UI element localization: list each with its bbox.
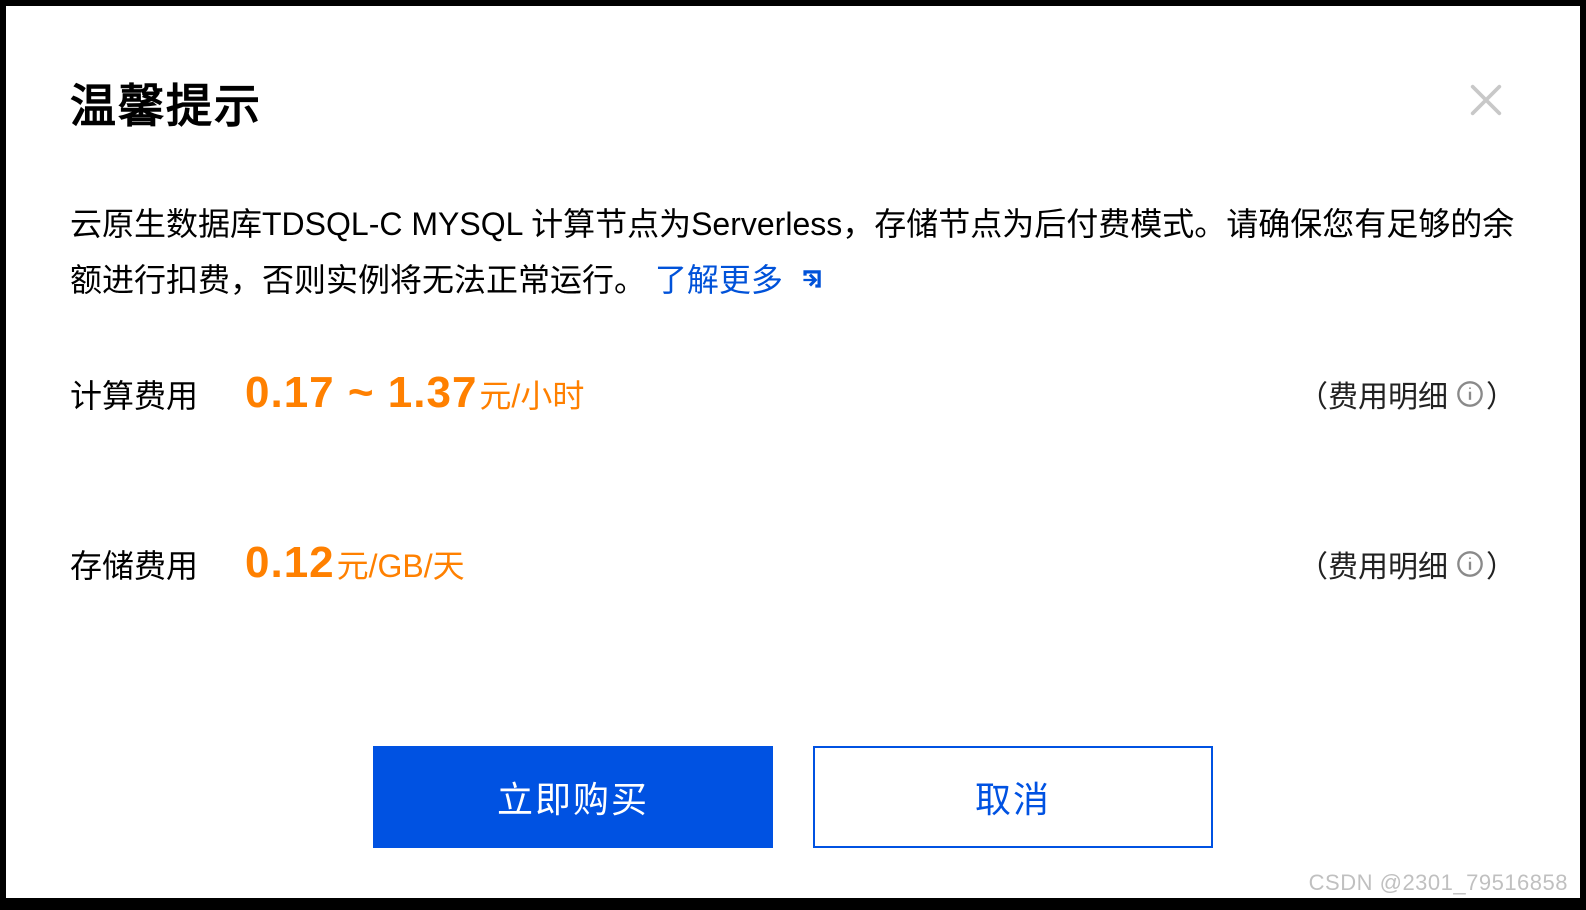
compute-cost-amount: 0.17 ~ 1.37 [245, 368, 477, 418]
storage-detail-close: ） [1486, 542, 1516, 586]
learn-more-text: 了解更多 [655, 262, 783, 298]
storage-cost-value: 0.12 元/GB/天 [245, 538, 465, 588]
storage-detail-open: （费用明细 [1298, 542, 1448, 586]
close-icon[interactable] [1462, 76, 1510, 124]
dialog-footer: 立即购买 取消 [6, 746, 1580, 848]
learn-more-link[interactable]: 了解更多 [655, 262, 824, 298]
buy-button[interactable]: 立即购买 [373, 746, 773, 848]
compute-cost-value: 0.17 ~ 1.37 元/小时 [245, 368, 584, 418]
info-icon [1456, 380, 1484, 408]
compute-cost-unit: 元/小时 [479, 371, 584, 417]
storage-cost-left: 存储费用 0.12 元/GB/天 [70, 538, 465, 588]
storage-cost-detail[interactable]: （费用明细 ） [1298, 542, 1516, 586]
storage-cost-amount: 0.12 [245, 538, 335, 588]
storage-cost-unit: 元/GB/天 [337, 541, 465, 587]
compute-cost-label: 计算费用 [70, 371, 245, 417]
compute-cost-left: 计算费用 0.17 ~ 1.37 元/小时 [70, 368, 584, 418]
compute-detail-open: （费用明细 [1298, 372, 1448, 416]
cancel-button[interactable]: 取消 [813, 746, 1213, 848]
storage-cost-label: 存储费用 [70, 541, 245, 587]
info-icon [1456, 550, 1484, 578]
compute-detail-close: ） [1486, 372, 1516, 416]
storage-cost-row: 存储费用 0.12 元/GB/天 （费用明细 ） [70, 538, 1516, 588]
dialog-title: 温馨提示 [70, 70, 1516, 136]
external-link-icon [798, 267, 824, 293]
compute-cost-row: 计算费用 0.17 ~ 1.37 元/小时 （费用明细 ） [70, 368, 1516, 418]
compute-cost-detail[interactable]: （费用明细 ） [1298, 372, 1516, 416]
dialog-description: 云原生数据库TDSQL-C MYSQL 计算节点为Serverless，存储节点… [70, 196, 1516, 308]
watermark-text: CSDN @2301_79516858 [1309, 870, 1568, 896]
confirm-dialog: 温馨提示 云原生数据库TDSQL-C MYSQL 计算节点为Serverless… [6, 6, 1580, 898]
